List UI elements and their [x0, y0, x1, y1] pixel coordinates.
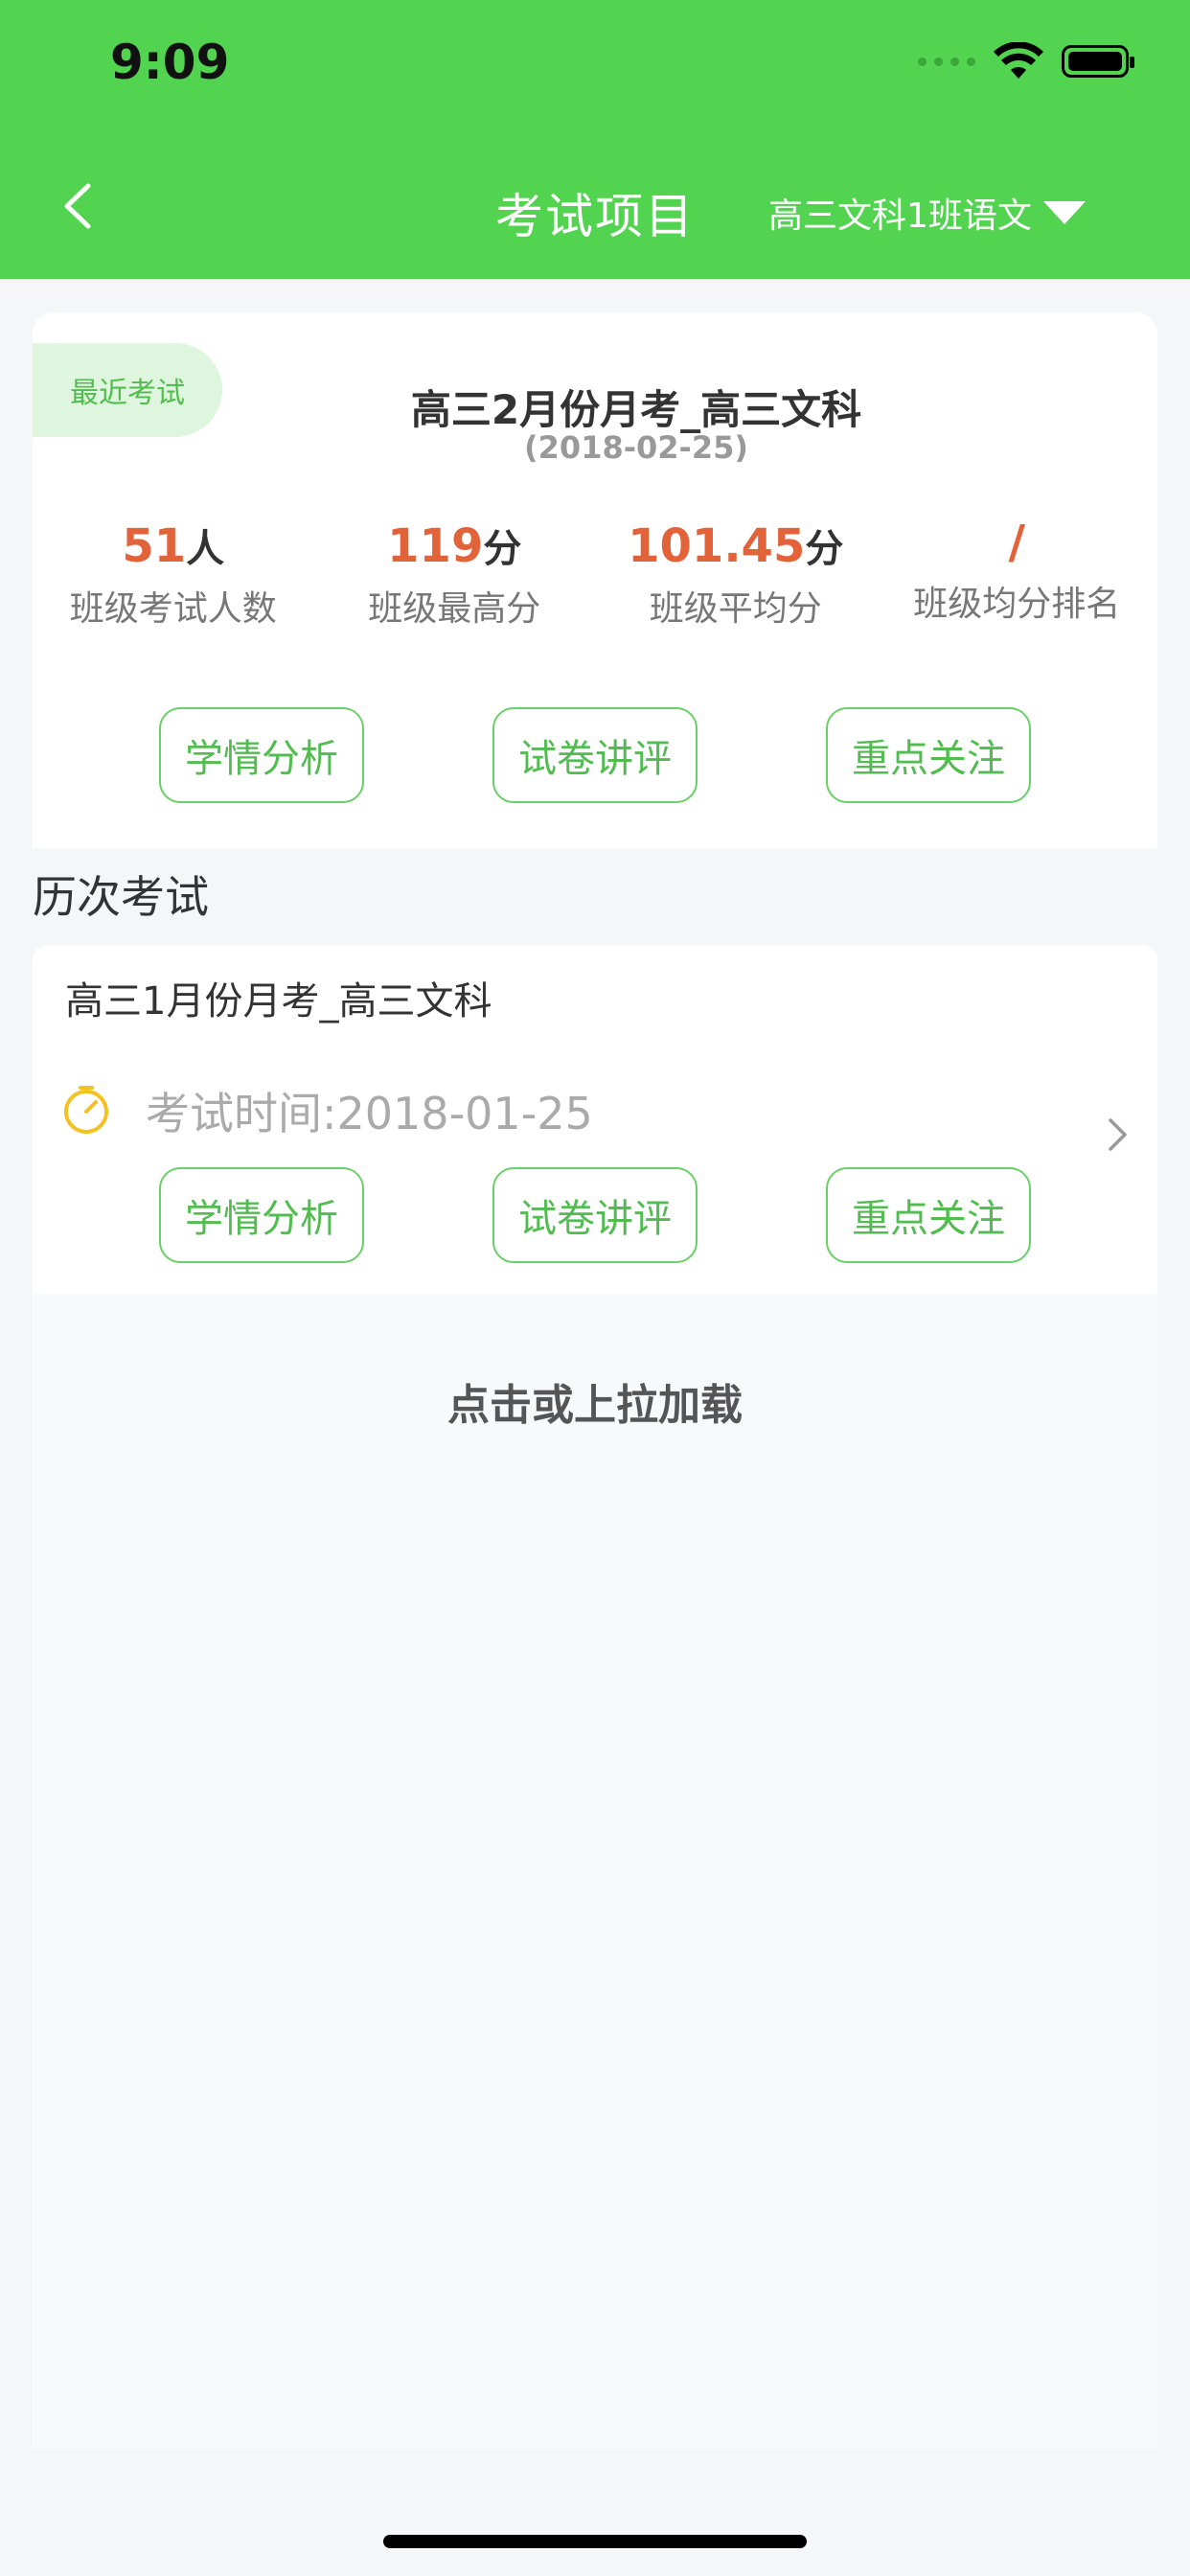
stat-unit: 分 [483, 527, 522, 571]
stat-value: / [1008, 516, 1026, 569]
history-exam-title: 高三1月份月考_高三文科 [65, 979, 492, 1024]
latest-exam-card: 最近考试 高三2月份月考_高三文科 (2018-02-25) 51人 班级考试人… [33, 312, 1157, 849]
class-selector-label: 高三文科1班语文 [768, 196, 1032, 236]
latest-exam-badge: 最近考试 [33, 343, 222, 437]
back-icon[interactable] [56, 182, 103, 230]
paper-review-button[interactable]: 试卷讲评 [492, 1167, 698, 1263]
stats-row: 51人 班级考试人数 119分 班级最高分 101.45分 班级平均分 / 班级… [33, 518, 1157, 631]
wifi-icon [994, 42, 1043, 79]
stat-value: 51 [122, 519, 187, 573]
stat-label: 班级考试人数 [69, 589, 277, 629]
stat-label: 班级最高分 [368, 589, 541, 629]
stat-average-score: 101.45分 班级平均分 [595, 518, 877, 631]
signal-icon [918, 57, 975, 66]
triangle-down-icon [1042, 201, 1086, 224]
stat-label: 班级平均分 [649, 589, 822, 629]
learning-analysis-button[interactable]: 学情分析 [159, 1167, 364, 1263]
history-exam-card[interactable]: 高三1月份月考_高三文科 考试时间:2018-01-25 学情分析 试卷讲评 重… [33, 945, 1157, 1294]
latest-exam-date: (2018-02-25) [524, 429, 748, 466]
stat-unit: 人 [186, 527, 225, 571]
paper-review-button[interactable]: 试卷讲评 [492, 707, 698, 803]
key-focus-button[interactable]: 重点关注 [826, 1167, 1031, 1263]
load-more-button[interactable]: 点击或上拉加载 [33, 1370, 1157, 1432]
learning-analysis-button[interactable]: 学情分析 [159, 707, 364, 803]
class-selector[interactable]: 高三文科1班语文 [768, 188, 1086, 238]
stat-unit: 分 [805, 527, 844, 571]
latest-exam-title: 高三2月份月考_高三文科 [410, 386, 862, 433]
history-exam-date: 考试时间:2018-01-25 [146, 1088, 593, 1139]
history-exam-actions: 学情分析 试卷讲评 重点关注 [159, 1167, 1031, 1263]
status-icons [918, 42, 1134, 80]
load-more-area: 点击或上拉加载 [33, 1294, 1157, 2450]
status-time: 9:09 [110, 34, 230, 90]
stat-exam-count: 51人 班级考试人数 [33, 518, 314, 631]
stat-value: 101.45 [628, 519, 806, 573]
chevron-right-icon [1109, 1118, 1127, 1151]
latest-exam-actions: 学情分析 试卷讲评 重点关注 [159, 707, 1031, 803]
clock-icon [64, 1086, 108, 1134]
key-focus-button[interactable]: 重点关注 [826, 707, 1031, 803]
home-indicator[interactable] [383, 2535, 807, 2548]
stat-average-rank: / 班级均分排名 [877, 518, 1158, 631]
history-section-title: 历次考试 [33, 871, 209, 923]
battery-icon [1062, 45, 1134, 78]
stat-max-score: 119分 班级最高分 [314, 518, 596, 631]
stat-label: 班级均分排名 [913, 584, 1121, 624]
stat-value: 119 [387, 519, 484, 573]
nav-bar: 9:09 考试项目 高三文科1班语文 [0, 0, 1190, 279]
